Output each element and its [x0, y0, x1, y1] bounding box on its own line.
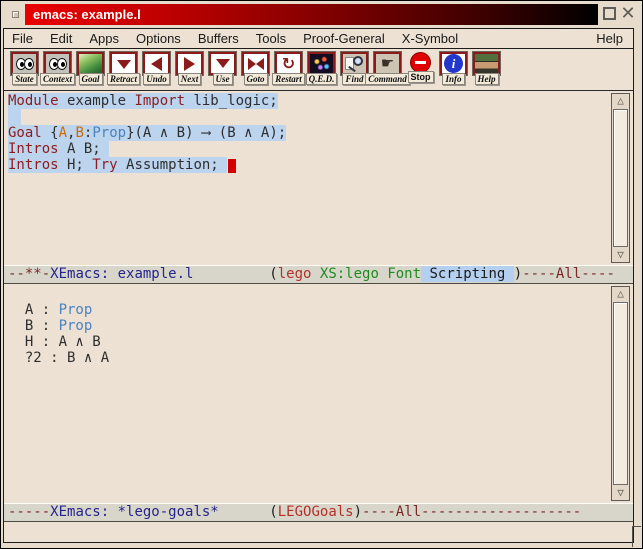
scripting-minor-mode-badge: Scripting [421, 266, 514, 282]
script-line-3: Goal {A,B:Prop}(A ∧ B) ⟶ (B ∧ A); [8, 125, 607, 141]
close-icon: ✕ [620, 3, 635, 23]
toolbar-stop-label: Stop [408, 71, 434, 83]
toolbar-undo-button[interactable]: Undo [140, 52, 173, 85]
menu-buffers[interactable]: Buffers [198, 31, 239, 46]
modeline-goals: -----XEmacs: *lego-goals* (LEGOGoals)---… [4, 503, 633, 522]
retract-to-top-icon [117, 59, 131, 69]
menu-options[interactable]: Options [136, 31, 181, 46]
left-triangle-icon [151, 57, 162, 71]
toolbar-qed-label: Q.E.D. [306, 73, 338, 85]
right-triangle-icon [184, 57, 195, 71]
pointing-hand-icon: ☛ [381, 56, 394, 71]
goals-buffer[interactable]: A : Prop B : Prop H : A ∧ B ?2 : B ∧ A △… [4, 284, 633, 503]
eyes-icon [50, 58, 66, 70]
close-button[interactable]: ✕ [619, 3, 637, 23]
emacs-window: emacs: example.l ✕ File Edit Apps Option… [0, 0, 643, 549]
toolbar-retract-button[interactable]: Retract [107, 52, 140, 85]
toolbar-info-label: Info [442, 73, 464, 85]
goal-picture-icon [79, 54, 102, 73]
toolbar-context-label: Context [40, 73, 75, 85]
toolbar-use-label: Use [213, 73, 233, 85]
toolbar-context-button[interactable]: Context [41, 52, 74, 85]
script-line-2 [8, 109, 607, 125]
modeline-script: --**-XEmacs: example.l (lego XS:lego Fon… [4, 265, 633, 284]
toolbar-retract-label: Retract [107, 73, 140, 85]
toolbar-next-label: Next [178, 73, 202, 85]
magnifier-icon [343, 54, 366, 73]
toolbar-restart-button[interactable]: ↻ Restart [272, 52, 305, 85]
window-menu-button[interactable] [12, 11, 19, 18]
toolbar-qed-button[interactable]: Q.E.D. [305, 52, 338, 85]
script-line-1: Module example Import lib_logic; [8, 93, 607, 109]
goto-bowtie-icon [248, 58, 264, 70]
toolbar-find-label: Find [342, 73, 366, 85]
client-area: File Edit Apps Options Buffers Tools Pro… [3, 28, 634, 543]
menubar: File Edit Apps Options Buffers Tools Pro… [4, 29, 633, 49]
eyes-icon [17, 58, 33, 70]
scroll-down-icon[interactable]: ▽ [612, 248, 629, 262]
toolbar-goto-button[interactable]: Goto [239, 52, 272, 85]
toolbar-state-button[interactable]: State [8, 52, 41, 85]
text-cursor [228, 159, 236, 173]
menu-file[interactable]: File [12, 31, 33, 46]
use-to-bottom-icon [216, 59, 230, 69]
toolbar-help-button[interactable]: Help [470, 52, 503, 85]
script-scrollbar-thumb[interactable] [613, 109, 628, 247]
scroll-up-icon[interactable]: △ [612, 287, 629, 301]
window-titlebar[interactable]: emacs: example.l ✕ [1, 1, 642, 27]
toolbar-goal-label: Goal [79, 73, 103, 85]
info-circle-icon: i [444, 54, 463, 73]
menu-edit[interactable]: Edit [50, 31, 72, 46]
script-line-5: Intros H; Try Assumption; [8, 157, 607, 173]
scroll-down-icon[interactable]: ▽ [612, 486, 629, 500]
fireworks-icon [310, 54, 333, 73]
goals-scrollbar[interactable]: △ ▽ [611, 286, 630, 501]
toolbar-goto-label: Goto [244, 73, 268, 85]
titlebar-gradient[interactable]: emacs: example.l [25, 4, 598, 25]
menu-proof-general[interactable]: Proof-General [303, 31, 385, 46]
minibuffer[interactable] [4, 522, 633, 542]
toolbar-command-button[interactable]: ☛ Command [371, 52, 404, 85]
window-title: emacs: example.l [33, 7, 141, 22]
menu-help[interactable]: Help [596, 31, 623, 46]
general-portrait-icon [475, 54, 498, 73]
toolbar-undo-label: Undo [143, 73, 170, 85]
menu-apps[interactable]: Apps [89, 31, 119, 46]
toolbar-stop-button[interactable]: Stop [404, 52, 437, 83]
toolbar-help-label: Help [475, 73, 499, 85]
script-scrollbar[interactable]: △ ▽ [611, 93, 630, 263]
goal-hypothesis: H : A ∧ B [8, 334, 607, 350]
goal-hypothesis: A : Prop [8, 302, 607, 318]
maximize-button[interactable] [603, 7, 616, 20]
goal-conclusion: ?2 : B ∧ A [8, 350, 607, 366]
toolbar-use-button[interactable]: Use [206, 52, 239, 85]
toolbar-next-button[interactable]: Next [173, 52, 206, 85]
toolbar-info-button[interactable]: i Info [437, 52, 470, 85]
menu-x-symbol[interactable]: X-Symbol [402, 31, 458, 46]
toolbar-restart-label: Restart [272, 73, 305, 85]
toolbar-goal-button[interactable]: Goal [74, 52, 107, 85]
goal-hypothesis: B : Prop [8, 318, 607, 334]
menu-tools[interactable]: Tools [256, 31, 286, 46]
resize-handle[interactable] [632, 526, 641, 547]
goals-scrollbar-thumb[interactable] [613, 302, 628, 485]
scroll-up-icon[interactable]: △ [612, 94, 629, 108]
restart-cycle-icon: ↻ [282, 56, 295, 72]
toolbar: State Context Goal Retract Undo Next [4, 49, 633, 91]
script-buffer[interactable]: Module example Import lib_logic; Goal {A… [4, 91, 633, 265]
script-line-4: Intros A B; [8, 141, 607, 157]
stop-sign-icon [410, 52, 431, 73]
toolbar-state-label: State [12, 73, 37, 85]
